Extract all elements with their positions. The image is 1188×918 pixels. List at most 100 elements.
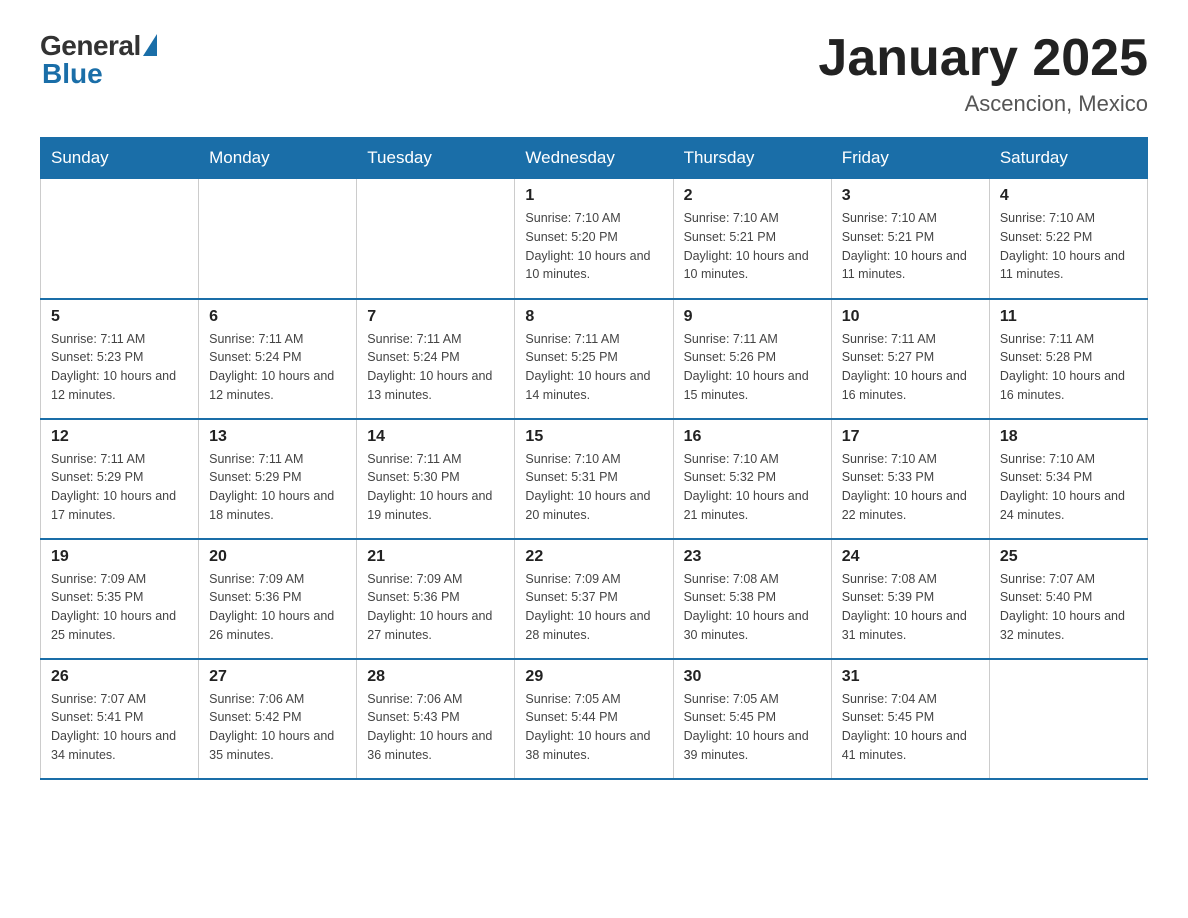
day-number: 24	[842, 548, 979, 566]
day-number: 7	[367, 308, 504, 326]
calendar-cell: 27Sunrise: 7:06 AM Sunset: 5:42 PM Dayli…	[199, 659, 357, 779]
calendar-cell	[41, 179, 199, 299]
calendar-cell: 18Sunrise: 7:10 AM Sunset: 5:34 PM Dayli…	[989, 419, 1147, 539]
day-number: 22	[525, 548, 662, 566]
day-number: 16	[684, 428, 821, 446]
calendar-week-row: 26 Sunrise: 7:07 AM Sunset: 5:41 PM Dayli…	[41, 659, 1148, 779]
page-header: General Blue January 2025 Ascencion, Mex…	[40, 30, 1148, 117]
day-info: Sunrise: 7:11 AM Sunset: 5:27 PM Dayligh…	[842, 330, 979, 405]
day-info: Sunrise: 7:08 AM Sunset: 5:38 PM Dayligh…	[684, 570, 821, 645]
calendar-cell: 17Sunrise: 7:10 AM Sunset: 5:33 PM Dayli…	[831, 419, 989, 539]
calendar-header-friday: Friday	[831, 138, 989, 179]
day-info: Sunrise: 7:07 AM Sunset: 5:40 PM Dayligh…	[1000, 570, 1137, 645]
day-number: 23	[684, 548, 821, 566]
calendar-cell: 2Sunrise: 7:10 AM Sunset: 5:21 PM Daylig…	[673, 179, 831, 299]
calendar-cell: 21 Sunrise: 7:09 AM Sunset: 5:36 PM Dayli…	[357, 539, 515, 659]
calendar-cell: 5 Sunrise: 7:11 AM Sunset: 5:23 PM Daylig…	[41, 299, 199, 419]
day-number: 30	[684, 668, 821, 686]
calendar-table: SundayMondayTuesdayWednesdayThursdayFrid…	[40, 137, 1148, 780]
day-number: 1	[525, 187, 662, 205]
day-info: Sunrise: 7:08 AM Sunset: 5:39 PM Dayligh…	[842, 570, 979, 645]
calendar-cell	[989, 659, 1147, 779]
day-info: Sunrise: 7:10 AM Sunset: 5:31 PM Dayligh…	[525, 450, 662, 525]
day-info: Sunrise: 7:11 AM Sunset: 5:28 PM Dayligh…	[1000, 330, 1137, 405]
day-number: 12	[51, 428, 188, 446]
calendar-week-row: 5 Sunrise: 7:11 AM Sunset: 5:23 PM Daylig…	[41, 299, 1148, 419]
day-info: Sunrise: 7:11 AM Sunset: 5:23 PM Dayligh…	[51, 330, 188, 405]
day-number: 31	[842, 668, 979, 686]
day-info: Sunrise: 7:10 AM Sunset: 5:20 PM Dayligh…	[525, 209, 662, 284]
calendar-cell: 16Sunrise: 7:10 AM Sunset: 5:32 PM Dayli…	[673, 419, 831, 539]
calendar-header-thursday: Thursday	[673, 138, 831, 179]
day-info: Sunrise: 7:10 AM Sunset: 5:21 PM Dayligh…	[842, 209, 979, 284]
day-info: Sunrise: 7:11 AM Sunset: 5:24 PM Dayligh…	[209, 330, 346, 405]
calendar-header-wednesday: Wednesday	[515, 138, 673, 179]
day-number: 25	[1000, 548, 1137, 566]
day-number: 15	[525, 428, 662, 446]
calendar-cell: 13Sunrise: 7:11 AM Sunset: 5:29 PM Dayli…	[199, 419, 357, 539]
day-info: Sunrise: 7:04 AM Sunset: 5:45 PM Dayligh…	[842, 690, 979, 765]
day-number: 4	[1000, 187, 1137, 205]
logo: General Blue	[40, 30, 157, 90]
day-number: 29	[525, 668, 662, 686]
day-number: 11	[1000, 308, 1137, 326]
calendar-cell	[357, 179, 515, 299]
calendar-header-row: SundayMondayTuesdayWednesdayThursdayFrid…	[41, 138, 1148, 179]
day-number: 21	[367, 548, 504, 566]
logo-blue-text: Blue	[42, 58, 103, 90]
day-info: Sunrise: 7:05 AM Sunset: 5:45 PM Dayligh…	[684, 690, 821, 765]
day-info: Sunrise: 7:11 AM Sunset: 5:26 PM Dayligh…	[684, 330, 821, 405]
calendar-cell: 24 Sunrise: 7:08 AM Sunset: 5:39 PM Dayli…	[831, 539, 989, 659]
calendar-cell: 8 Sunrise: 7:11 AM Sunset: 5:25 PM Daylig…	[515, 299, 673, 419]
day-info: Sunrise: 7:09 AM Sunset: 5:36 PM Dayligh…	[209, 570, 346, 645]
calendar-header-saturday: Saturday	[989, 138, 1147, 179]
calendar-cell: 3Sunrise: 7:10 AM Sunset: 5:21 PM Daylig…	[831, 179, 989, 299]
day-number: 8	[525, 308, 662, 326]
day-info: Sunrise: 7:06 AM Sunset: 5:42 PM Dayligh…	[209, 690, 346, 765]
day-info: Sunrise: 7:11 AM Sunset: 5:29 PM Dayligh…	[209, 450, 346, 525]
calendar-cell: 20Sunrise: 7:09 AM Sunset: 5:36 PM Dayli…	[199, 539, 357, 659]
logo-triangle-icon	[143, 34, 157, 56]
day-info: Sunrise: 7:09 AM Sunset: 5:36 PM Dayligh…	[367, 570, 504, 645]
day-info: Sunrise: 7:11 AM Sunset: 5:25 PM Dayligh…	[525, 330, 662, 405]
day-info: Sunrise: 7:09 AM Sunset: 5:35 PM Dayligh…	[51, 570, 188, 645]
day-number: 5	[51, 308, 188, 326]
day-number: 17	[842, 428, 979, 446]
calendar-header-sunday: Sunday	[41, 138, 199, 179]
calendar-cell: 14Sunrise: 7:11 AM Sunset: 5:30 PM Dayli…	[357, 419, 515, 539]
day-number: 9	[684, 308, 821, 326]
day-number: 2	[684, 187, 821, 205]
calendar-cell: 31 Sunrise: 7:04 AM Sunset: 5:45 PM Dayli…	[831, 659, 989, 779]
day-number: 19	[51, 548, 188, 566]
day-info: Sunrise: 7:05 AM Sunset: 5:44 PM Dayligh…	[525, 690, 662, 765]
calendar-cell: 15 Sunrise: 7:10 AM Sunset: 5:31 PM Dayli…	[515, 419, 673, 539]
calendar-cell: 29 Sunrise: 7:05 AM Sunset: 5:44 PM Dayli…	[515, 659, 673, 779]
calendar-cell: 9 Sunrise: 7:11 AM Sunset: 5:26 PM Daylig…	[673, 299, 831, 419]
calendar-week-row: 19 Sunrise: 7:09 AM Sunset: 5:35 PM Dayli…	[41, 539, 1148, 659]
calendar-week-row: 12 Sunrise: 7:11 AM Sunset: 5:29 PM Dayli…	[41, 419, 1148, 539]
day-number: 14	[367, 428, 504, 446]
calendar-cell: 22 Sunrise: 7:09 AM Sunset: 5:37 PM Dayli…	[515, 539, 673, 659]
calendar-cell: 6Sunrise: 7:11 AM Sunset: 5:24 PM Daylig…	[199, 299, 357, 419]
calendar-week-row: 1 Sunrise: 7:10 AM Sunset: 5:20 PM Daylig…	[41, 179, 1148, 299]
day-number: 26	[51, 668, 188, 686]
location-subtitle: Ascencion, Mexico	[818, 91, 1148, 117]
month-title: January 2025	[818, 30, 1148, 87]
day-info: Sunrise: 7:06 AM Sunset: 5:43 PM Dayligh…	[367, 690, 504, 765]
calendar-cell: 23 Sunrise: 7:08 AM Sunset: 5:38 PM Dayli…	[673, 539, 831, 659]
calendar-cell: 12Sunrise: 7:11 AM Sunset: 5:29 PM Dayli…	[41, 419, 199, 539]
calendar-cell: 11 Sunrise: 7:11 AM Sunset: 5:28 PM Dayli…	[989, 299, 1147, 419]
calendar-cell: 26 Sunrise: 7:07 AM Sunset: 5:41 PM Dayli…	[41, 659, 199, 779]
calendar-cell: 25 Sunrise: 7:07 AM Sunset: 5:40 PM Dayli…	[989, 539, 1147, 659]
calendar-cell: 7 Sunrise: 7:11 AM Sunset: 5:24 PM Daylig…	[357, 299, 515, 419]
calendar-header-monday: Monday	[199, 138, 357, 179]
calendar-cell	[199, 179, 357, 299]
calendar-cell: 4Sunrise: 7:10 AM Sunset: 5:22 PM Daylig…	[989, 179, 1147, 299]
calendar-header-tuesday: Tuesday	[357, 138, 515, 179]
calendar-cell: 10Sunrise: 7:11 AM Sunset: 5:27 PM Dayli…	[831, 299, 989, 419]
title-block: January 2025 Ascencion, Mexico	[818, 30, 1148, 117]
day-info: Sunrise: 7:09 AM Sunset: 5:37 PM Dayligh…	[525, 570, 662, 645]
calendar-cell: 1 Sunrise: 7:10 AM Sunset: 5:20 PM Daylig…	[515, 179, 673, 299]
day-info: Sunrise: 7:07 AM Sunset: 5:41 PM Dayligh…	[51, 690, 188, 765]
day-info: Sunrise: 7:11 AM Sunset: 5:24 PM Dayligh…	[367, 330, 504, 405]
